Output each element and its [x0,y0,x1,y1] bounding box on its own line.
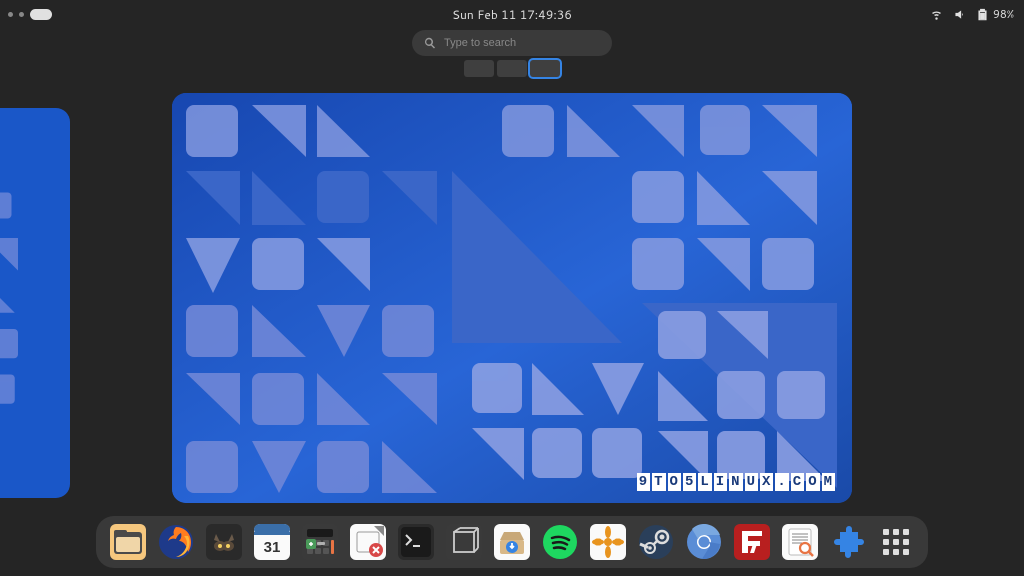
system-menu[interactable]: 98% [930,6,1014,22]
dock-libreoffice-draw[interactable] [350,524,386,560]
search-bar[interactable] [412,30,612,56]
activities-pill-icon [30,9,52,20]
wallpaper-icon [0,108,70,498]
workspace-thumb-1[interactable] [464,60,494,77]
workspace-thumb-2[interactable] [497,60,527,77]
dock-xnview[interactable] [590,524,626,560]
wifi-icon [930,8,943,21]
wallpaper-icon [172,93,852,503]
activities-button[interactable] [8,9,52,20]
watermark: 9TO5LINUX.COM [636,473,836,491]
search-input[interactable] [444,37,600,49]
dock-files[interactable] [110,524,146,560]
dock-calculator[interactable] [302,524,338,560]
workspace-thumb-3[interactable] [530,60,560,77]
clock[interactable]: Sun Feb 11 17:49:36 [452,6,572,23]
dock-reaper[interactable] [206,524,242,560]
dock-software[interactable] [494,524,530,560]
battery-percent: 98% [993,6,1014,22]
battery-indicator: 98% [976,6,1014,22]
dock-terminal[interactable] [398,524,434,560]
volume-icon [953,8,966,21]
activities-dot-icon [19,12,24,17]
dock-boxes[interactable] [446,524,482,560]
workspace-preview-primary[interactable]: 9TO5LINUX.COM [172,93,852,503]
activities-dot-icon [8,12,13,17]
dock-show-apps[interactable] [878,524,914,560]
workspace-preview-secondary[interactable] [0,108,70,498]
svg-text:31: 31 [264,539,281,556]
dock-firefox[interactable] [158,524,194,560]
search-icon [424,37,436,49]
apps-grid-icon [883,529,909,555]
top-panel: Sun Feb 11 17:49:36 98% [0,0,1024,28]
dock-calendar[interactable]: 31 [254,524,290,560]
dock-extensions[interactable] [830,524,866,560]
workspace-area: 9TO5LINUX.COM [0,88,1024,516]
battery-icon [976,8,989,21]
dock-spotify[interactable] [542,524,578,560]
dock-steam[interactable] [638,524,674,560]
workspace-switcher [464,60,560,77]
dock: 31 [96,516,928,568]
dock-chromium[interactable] [686,524,722,560]
dock-evince[interactable] [782,524,818,560]
dock-filezilla[interactable] [734,524,770,560]
